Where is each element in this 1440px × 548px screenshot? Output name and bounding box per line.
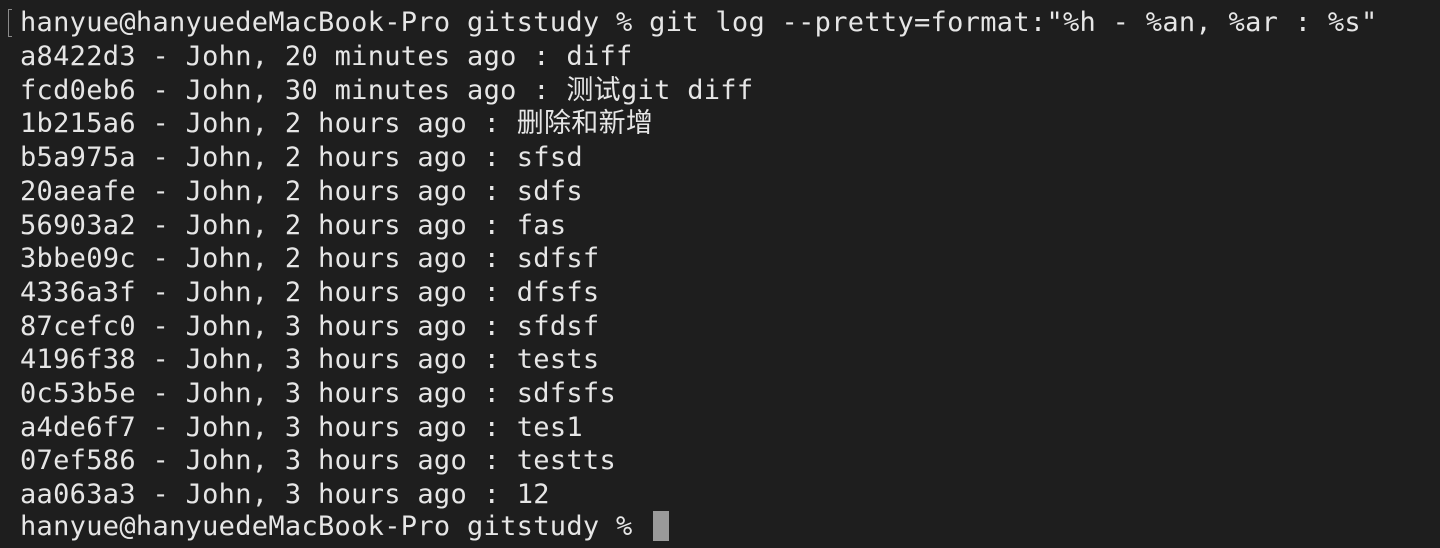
commit-time: 2 hours ago <box>284 108 468 140</box>
command-line: hanyue@hanyuedeMacBook-Pro gitstudy % gi… <box>20 6 1378 40</box>
commit-author: John <box>185 310 252 342</box>
commit-author: John <box>185 378 252 409</box>
log-entry-line: 20aeafe - John, 2 hours ago : sdfs <box>20 175 583 207</box>
commit-subject: 测试git diff <box>566 74 754 106</box>
log-entry-line: 4196f38 - John, 3 hours ago : tests <box>20 344 600 376</box>
log-entry-line: aa063a3 - John, 3 hours ago : 12 <box>20 479 550 511</box>
commit-time: 3 hours ago <box>284 479 468 511</box>
commit-hash: 87cefc0 <box>20 310 136 342</box>
commit-subject: testts <box>516 445 617 477</box>
commit-subject: sdfsfs <box>516 378 617 409</box>
commit-subject: sfdsf <box>516 310 600 342</box>
commit-time: 3 hours ago <box>284 378 468 409</box>
log-entry-line: 87cefc0 - John, 3 hours ago : sfdsf <box>20 310 600 342</box>
commit-time: 2 hours ago <box>284 175 468 207</box>
log-entry-line: a8422d3 - John, 20 minutes ago : diff <box>20 41 633 72</box>
commit-author: John <box>185 276 252 308</box>
commit-author: John <box>185 108 252 140</box>
commit-time: 3 hours ago <box>284 344 468 376</box>
commit-author: John <box>185 411 252 443</box>
commit-time: 2 hours ago <box>284 209 468 241</box>
prompt-text: hanyue@hanyuedeMacBook-Pro gitstudy % <box>20 7 650 38</box>
commit-time: 20 minutes ago <box>284 41 517 72</box>
commit-hash: b5a975a <box>20 142 136 174</box>
text-cursor <box>653 511 670 541</box>
commit-author: John <box>185 243 252 275</box>
commit-hash: 07ef586 <box>20 445 136 477</box>
final-prompt-text: hanyue@hanyuedeMacBook-Pro gitstudy % <box>20 511 650 542</box>
command-text: git log --pretty=format:"%h - %an, %ar :… <box>649 7 1378 38</box>
commit-author: John <box>185 74 252 106</box>
commit-author: John <box>185 445 252 477</box>
commit-hash: 4336a3f <box>20 276 136 308</box>
commit-subject: sfsd <box>516 142 583 174</box>
commit-author: John <box>185 479 252 511</box>
commit-time: 3 hours ago <box>284 445 468 477</box>
commit-subject: sdfs <box>516 175 583 207</box>
commit-time: 3 hours ago <box>284 411 468 443</box>
log-entry-line: 1b215a6 - John, 2 hours ago : 删除和新增 <box>20 108 654 140</box>
commit-hash: 3bbe09c <box>20 243 136 275</box>
commit-hash: a4de6f7 <box>20 411 136 443</box>
commit-subject: 删除和新增 <box>516 108 654 140</box>
commit-hash: 20aeafe <box>20 175 136 207</box>
commit-subject: dfsfs <box>516 276 600 308</box>
commit-subject: fas <box>516 209 567 241</box>
prompt-mark <box>8 9 12 37</box>
commit-author: John <box>185 344 252 376</box>
commit-subject: tes1 <box>516 411 583 443</box>
commit-time: 3 hours ago <box>284 310 468 342</box>
commit-time: 2 hours ago <box>284 142 468 174</box>
commit-subject: diff <box>566 41 633 72</box>
commit-author: John <box>185 41 252 72</box>
commit-subject: sdfsf <box>516 243 600 275</box>
commit-author: John <box>185 175 252 207</box>
log-entry-line: 07ef586 - John, 3 hours ago : testts <box>20 445 617 477</box>
commit-hash: 0c53b5e <box>20 378 136 409</box>
commit-hash: aa063a3 <box>20 479 136 511</box>
log-entry-line: 4336a3f - John, 2 hours ago : dfsfs <box>20 276 600 308</box>
commit-hash: fcd0eb6 <box>20 74 136 106</box>
commit-time: 30 minutes ago <box>284 74 517 106</box>
log-entry-line: fcd0eb6 - John, 30 minutes ago : 测试git d… <box>20 74 754 106</box>
commit-author: John <box>185 142 252 174</box>
log-entry-line: a4de6f7 - John, 3 hours ago : tes1 <box>20 411 583 443</box>
commit-time: 2 hours ago <box>284 276 468 308</box>
log-entry-line: 0c53b5e - John, 3 hours ago : sdfsfs <box>20 378 617 409</box>
commit-author: John <box>185 209 252 241</box>
commit-hash: 1b215a6 <box>20 108 136 140</box>
log-entry-line: 56903a2 - John, 2 hours ago : fas <box>20 209 567 241</box>
terminal-window[interactable]: hanyue@hanyuedeMacBook-Pro gitstudy % gi… <box>0 0 1440 548</box>
commit-time: 2 hours ago <box>284 243 468 275</box>
log-entry-line: b5a975a - John, 2 hours ago : sfsd <box>20 142 583 174</box>
commit-hash: 4196f38 <box>20 344 136 376</box>
final-prompt-line[interactable]: hanyue@hanyuedeMacBook-Pro gitstudy % <box>20 510 670 544</box>
log-entry-line: 3bbe09c - John, 2 hours ago : sdfsf <box>20 243 600 275</box>
commit-hash: a8422d3 <box>20 41 136 72</box>
commit-subject: 12 <box>516 479 550 511</box>
commit-subject: tests <box>516 344 600 376</box>
commit-hash: 56903a2 <box>20 209 136 241</box>
